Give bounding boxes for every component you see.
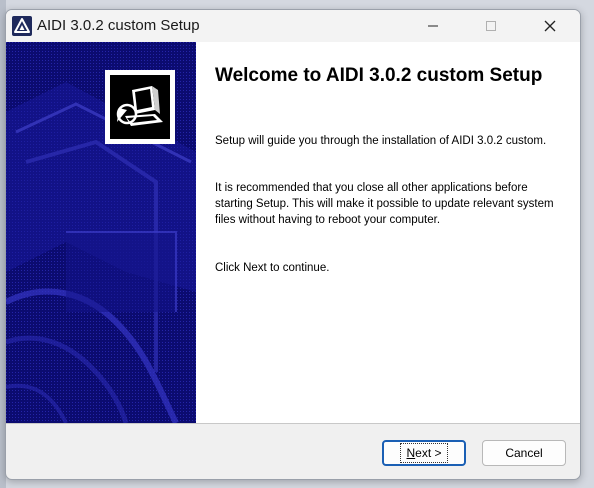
maximize-button[interactable]	[468, 10, 514, 42]
minimize-button[interactable]	[410, 10, 456, 42]
welcome-banner	[6, 42, 196, 423]
intro-text: Setup will guide you through the install…	[215, 135, 547, 147]
welcome-heading: Welcome to AIDI 3.0.2 custom Setup	[215, 65, 543, 86]
window-title: AIDI 3.0.2 custom Setup	[37, 17, 200, 34]
cancel-button-label: Cancel	[505, 446, 543, 460]
footer-divider	[6, 423, 580, 424]
setup-window: AIDI 3.0.2 custom Setup Welcome to AIDI …	[5, 9, 581, 480]
next-button-label-rest: ext >	[415, 446, 442, 460]
close-button[interactable]	[527, 10, 573, 42]
close-icon	[544, 20, 556, 32]
installer-computer-icon	[105, 70, 175, 144]
app-logo-icon	[12, 16, 32, 36]
next-button-mnemonic: N	[406, 446, 416, 460]
continue-instruction-text: Click Next to continue.	[215, 262, 330, 274]
cancel-button[interactable]: Cancel	[482, 440, 566, 466]
welcome-content-panel: Welcome to AIDI 3.0.2 custom Setup Setup…	[196, 42, 580, 423]
next-button[interactable]: Next >	[382, 440, 466, 466]
minimize-icon	[428, 25, 438, 27]
next-button-label: Next >	[400, 443, 448, 463]
maximize-icon	[486, 21, 496, 31]
recommendation-text: It is recommended that you close all oth…	[215, 182, 554, 226]
title-bar: AIDI 3.0.2 custom Setup	[6, 10, 580, 42]
